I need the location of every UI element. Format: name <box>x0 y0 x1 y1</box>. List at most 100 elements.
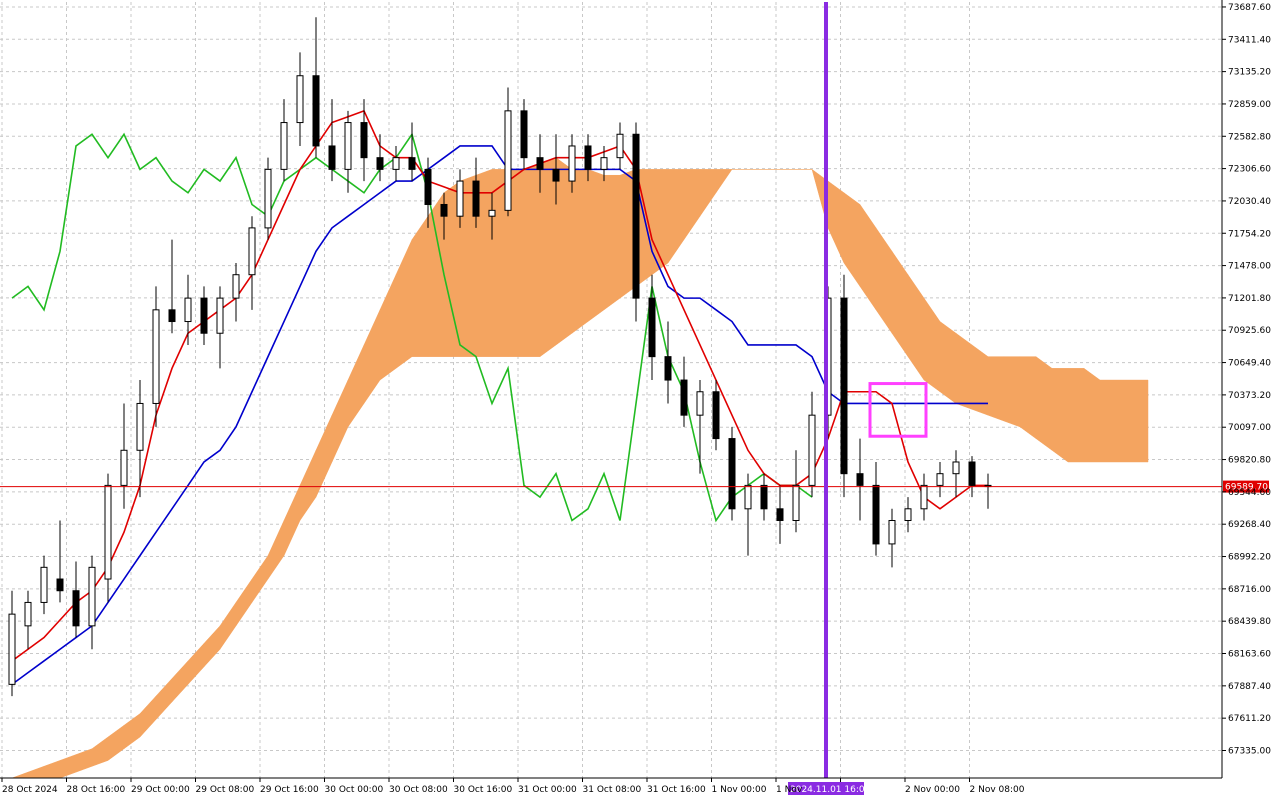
candle-body <box>200 297 208 334</box>
candle-body <box>392 157 400 170</box>
candle-body <box>184 297 192 323</box>
candle-body <box>760 484 768 510</box>
candle-body <box>24 601 32 627</box>
x-tick-label: 2 Nov 00:00 <box>905 785 960 795</box>
candle-body <box>248 227 256 276</box>
y-tick-label: 71201.80 <box>1228 294 1271 304</box>
candle-body <box>728 438 736 510</box>
candle-body <box>472 180 480 217</box>
kumo-segment-bullish <box>971 344 989 416</box>
candle-body <box>360 122 368 159</box>
x-tick-label: 30 Oct 16:00 <box>454 785 513 795</box>
kumo-segment-bullish <box>571 169 589 334</box>
y-tick-label: 68163.60 <box>1228 650 1271 660</box>
candle <box>632 122 640 322</box>
candle-body <box>104 484 112 580</box>
candle-body <box>936 473 944 486</box>
kumo-segment-bullish <box>955 332 973 410</box>
candle-body <box>680 379 688 416</box>
candle-body <box>648 297 656 358</box>
y-tick-label: 72306.60 <box>1228 165 1271 175</box>
candle-body <box>744 484 752 510</box>
x-tick-label: 31 Oct 08:00 <box>583 785 642 795</box>
y-tick-label: 68992.20 <box>1228 553 1271 563</box>
y-tick-label: 72582.80 <box>1228 132 1271 142</box>
x-tick-label: 1 Nov <box>776 785 803 795</box>
candle-body <box>776 508 784 522</box>
candle-body <box>840 297 848 475</box>
candle-body <box>632 133 640 299</box>
y-tick-label: 73687.60 <box>1228 3 1271 13</box>
x-tick-label: 1 Nov 00:00 <box>712 785 767 795</box>
candle-body <box>216 297 224 334</box>
kumo-segment-bullish <box>1003 356 1021 428</box>
candle-body <box>904 508 912 522</box>
y-tick-label: 67611.20 <box>1228 714 1271 724</box>
x-tick-label: 30 Oct 00:00 <box>325 785 384 795</box>
candle-body <box>696 391 704 416</box>
candle-body <box>440 203 448 217</box>
candle-body <box>616 133 624 159</box>
candle-body <box>888 520 896 545</box>
x-tick-label: 2 Nov 08:00 <box>970 785 1025 795</box>
x-tick-label: 31 Oct 00:00 <box>518 785 577 795</box>
candle-body <box>168 309 176 323</box>
candle-body <box>40 566 48 603</box>
y-tick-label: 70925.60 <box>1228 326 1271 336</box>
kumo-segment-bullish <box>987 356 1005 422</box>
candle-body <box>120 449 128 486</box>
x-tick-label: 30 Oct 08:00 <box>389 785 448 795</box>
x-tick-label: 29 Oct 16:00 <box>260 785 319 795</box>
y-tick-label: 72859.00 <box>1228 100 1271 110</box>
y-tick-label: 72030.40 <box>1228 197 1271 207</box>
x-tick-label: 29 Oct 00:00 <box>131 785 190 795</box>
candle-body <box>504 110 512 211</box>
candle-body <box>376 157 384 170</box>
candle-body <box>968 461 976 486</box>
candle-body <box>424 168 432 205</box>
candle-body <box>792 484 800 522</box>
candle-body <box>56 578 64 592</box>
candle-body <box>296 75 304 124</box>
x-tick-label: 28 Oct 2024 <box>2 785 58 795</box>
kumo-segment-bullish <box>603 174 621 311</box>
kumo-segment-bullish <box>1131 379 1149 463</box>
candle-body <box>280 122 288 170</box>
candle-body <box>72 590 80 627</box>
candle-body <box>568 145 576 182</box>
kumo-segment-bullish <box>523 163 541 357</box>
candle-body <box>8 613 16 685</box>
candle-body <box>808 414 816 486</box>
candle-body <box>264 168 272 229</box>
y-tick-label: 71754.20 <box>1228 229 1271 239</box>
y-tick-label: 70097.00 <box>1228 423 1271 433</box>
candle-body <box>600 157 608 170</box>
y-tick-label: 73411.40 <box>1228 35 1271 45</box>
kumo-segment-bullish <box>427 191 445 357</box>
y-tick-label: 68439.80 <box>1228 617 1271 627</box>
candle-body <box>920 484 928 510</box>
candle-body <box>328 145 336 170</box>
candle-body <box>552 168 560 182</box>
candle-body <box>664 356 672 381</box>
candle-body <box>952 461 960 475</box>
kumo-segment-bullish <box>539 157 557 358</box>
y-tick-label: 69820.80 <box>1228 456 1271 466</box>
candle-body <box>488 209 496 217</box>
candle-body <box>536 157 544 170</box>
candle-body <box>344 122 352 170</box>
kumo-segment-bullish <box>1099 379 1117 463</box>
candle-body <box>232 274 240 299</box>
candle <box>840 274 848 498</box>
candle-body <box>872 484 880 545</box>
kumo-segment-bullish <box>411 215 429 357</box>
y-tick-label: 67887.40 <box>1228 682 1271 692</box>
y-tick-label: 73135.20 <box>1228 68 1271 78</box>
kumo-segment-bullish <box>1035 356 1053 451</box>
candle-body <box>456 180 464 217</box>
x-tick-label: 31 Oct 16:00 <box>647 785 706 795</box>
candle <box>264 157 272 240</box>
ichimoku-chart: 69589.702024.11.01 16:00 73687.6073411.4… <box>0 0 1280 800</box>
kumo-segment-bullish <box>1067 368 1085 463</box>
candle-body <box>136 402 144 451</box>
